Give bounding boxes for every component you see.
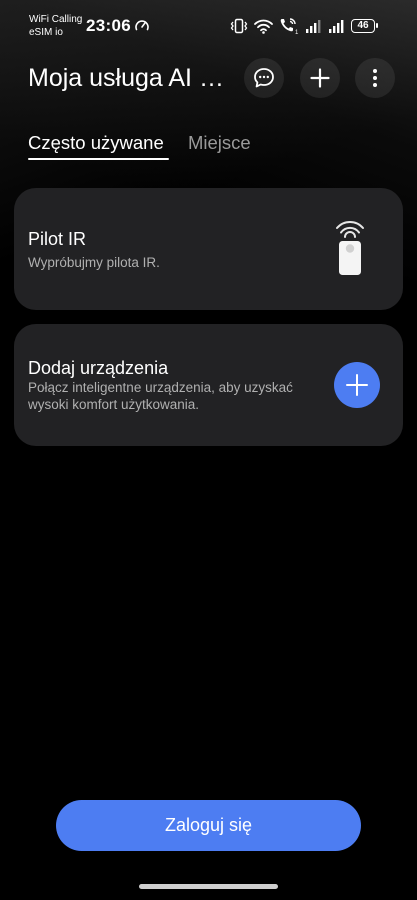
signal-icon [329,20,344,33]
chat-icon [254,68,274,88]
wifi-icon [254,19,273,34]
card-subtitle: Wypróbujmy pilota IR. [28,255,160,270]
add-device-button[interactable] [334,362,380,408]
vibrate-icon [230,18,248,34]
svg-text:1: 1 [295,30,299,35]
home-indicator[interactable] [139,884,278,889]
tab-frequently-used[interactable]: Często używane [28,131,164,155]
chat-button[interactable] [244,58,284,98]
add-button[interactable] [300,58,340,98]
signal-icon [306,20,321,33]
card-title: Pilot IR [28,229,87,249]
plus-icon [346,374,368,396]
carrier-line-1: WiFi Calling [29,14,83,25]
card-title: Dodaj urządzenia [28,358,169,378]
page-title: Moja usługa AI Smart Home [28,64,238,92]
status-icons: 1 46 [230,14,378,38]
carrier-line-2: eSIM io [29,27,63,38]
ir-remote-icon [336,221,364,275]
wifi-calling-icon: 1 [280,18,299,35]
more-options-button[interactable] [355,58,395,98]
more-vertical-icon [373,69,377,87]
battery-icon: 46 [351,19,378,33]
status-bar: WiFi Calling eSIM io 23:06 1 46 [0,0,417,52]
status-clock: 23:06 [86,16,131,35]
card-subtitle: Połącz inteligentne urządzenia, aby uzys… [28,380,293,412]
tab-place[interactable]: Miejsce [188,131,251,155]
plus-icon [310,68,330,88]
carrier-info: WiFi Calling eSIM io [29,13,82,39]
login-button[interactable]: Zaloguj się [56,800,361,851]
tab-active-indicator [28,158,169,160]
speedometer-icon [135,20,149,31]
